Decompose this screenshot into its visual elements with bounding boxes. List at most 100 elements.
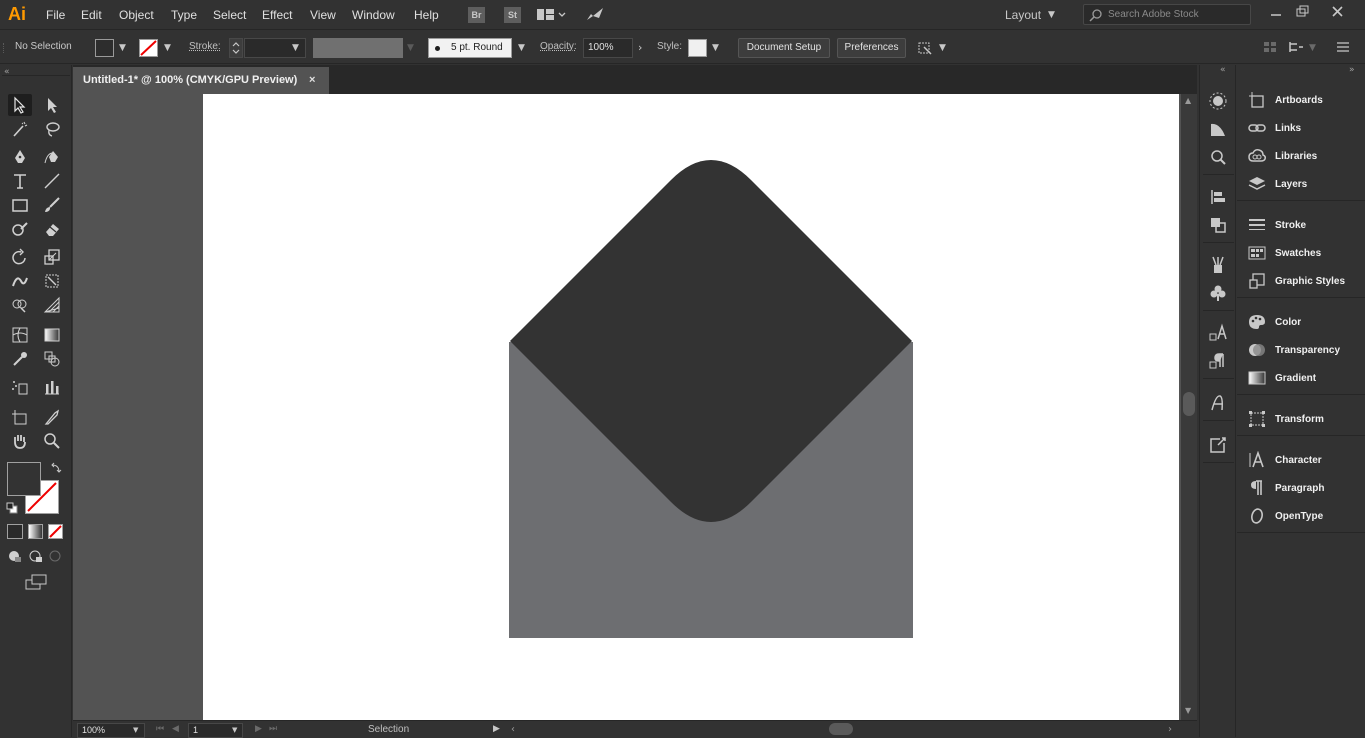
menu-help[interactable]: Help [414, 0, 439, 30]
grip-handle[interactable] [3, 43, 6, 53]
hand-tool[interactable] [8, 430, 32, 452]
stroke-weight-stepper[interactable] [229, 38, 243, 58]
align-selection-button[interactable] [916, 39, 934, 57]
panel-graphic-styles[interactable]: Graphic Styles [1237, 268, 1365, 294]
panel-paragraph[interactable]: Paragraph [1237, 475, 1365, 501]
artboard[interactable] [203, 94, 1179, 720]
transform-icon[interactable] [1288, 40, 1304, 54]
preferences-button[interactable]: Preferences [837, 38, 906, 58]
stroke-swatch[interactable] [139, 39, 158, 57]
chevron-down-icon[interactable]: ▼ [164, 43, 171, 53]
document-tab[interactable]: Untitled-1* @ 100% (CMYK/GPU Preview) × [73, 67, 329, 94]
blend-tool[interactable] [40, 348, 64, 370]
dock-image-trace[interactable] [1208, 147, 1228, 167]
stock-button[interactable]: St [504, 7, 521, 23]
envelope-artwork[interactable] [203, 94, 1179, 720]
dock-character-styles[interactable] [1208, 323, 1228, 343]
scale-tool[interactable] [40, 246, 64, 268]
menu-select[interactable]: Select [213, 0, 246, 30]
panel-opentype[interactable]: OpenType [1237, 503, 1365, 529]
chevron-down-icon[interactable]: ▼ [292, 43, 299, 53]
default-fill-stroke-button[interactable] [6, 502, 18, 514]
menu-object[interactable]: Object [119, 0, 154, 30]
dock-align[interactable] [1208, 187, 1228, 207]
chevron-down-icon[interactable]: ▼ [518, 43, 525, 53]
symbol-sprayer-tool[interactable] [8, 376, 32, 398]
perspective-grid-tool[interactable] [40, 294, 64, 316]
close-window-button[interactable] [1328, 2, 1348, 22]
lasso-tool[interactable] [40, 118, 64, 140]
menu-edit[interactable]: Edit [81, 0, 102, 30]
selection-tool[interactable] [8, 94, 32, 116]
panel-swatches[interactable]: Swatches [1237, 240, 1365, 266]
minimize-button[interactable] [1268, 6, 1284, 22]
opacity-field[interactable]: 100% [583, 38, 633, 58]
document-setup-button[interactable]: Document Setup [738, 38, 830, 58]
vertical-scrollbar[interactable]: ▲ ▼ [1181, 94, 1197, 720]
shape-builder-tool[interactable] [8, 294, 32, 316]
menu-window[interactable]: Window [352, 0, 395, 30]
shaper-tool[interactable] [8, 218, 32, 240]
chevron-down-icon[interactable]: ▼ [119, 43, 126, 53]
status-menu-icon[interactable]: ▶ [493, 724, 500, 734]
previous-artboard-icon[interactable]: ◀ [172, 724, 179, 734]
fill-swatch[interactable] [95, 39, 114, 57]
opacity-label[interactable]: Opacity: [540, 41, 577, 52]
swap-fill-stroke-button[interactable] [50, 462, 62, 474]
bridge-button[interactable]: Br [468, 7, 485, 23]
curvature-tool[interactable] [40, 146, 64, 168]
change-screen-mode-button[interactable] [24, 573, 48, 591]
panel-character[interactable]: Character [1237, 447, 1365, 473]
last-artboard-icon[interactable]: ⏭ [269, 724, 277, 734]
align-icon[interactable] [1263, 40, 1277, 54]
vertical-scroll-thumb[interactable] [1183, 392, 1195, 416]
panel-color[interactable]: Color [1237, 309, 1365, 335]
panel-gradient[interactable]: Gradient [1237, 365, 1365, 391]
gradient-mode-button[interactable] [28, 524, 43, 539]
paintbrush-tool[interactable] [40, 194, 64, 216]
magic-wand-tool[interactable] [8, 118, 32, 140]
panel-libraries[interactable]: Libraries [1237, 143, 1365, 169]
graphic-style-swatch[interactable] [688, 39, 707, 57]
menu-file[interactable]: File [46, 0, 65, 30]
draw-normal-button[interactable] [7, 549, 23, 563]
dock-glyphs[interactable] [1208, 393, 1228, 413]
variable-width-profile[interactable] [313, 38, 403, 58]
search-input[interactable]: Search Adobe Stock [1083, 4, 1251, 25]
dock-export[interactable] [1208, 435, 1228, 455]
next-artboard-icon[interactable]: ▶ [255, 724, 262, 734]
arrange-documents-button[interactable] [537, 8, 567, 22]
type-tool[interactable] [8, 170, 32, 192]
draw-behind-button[interactable] [28, 549, 44, 563]
brush-definition-field[interactable]: 5 pt. Round [428, 38, 512, 58]
slice-tool[interactable] [40, 406, 64, 428]
first-artboard-icon[interactable]: ⏮ [156, 724, 164, 734]
eyedropper-tool[interactable] [8, 348, 32, 370]
menu-type[interactable]: Type [171, 0, 197, 30]
dock-brushes[interactable] [1208, 255, 1228, 275]
collapse-panels-icon[interactable]: » [1349, 65, 1355, 75]
control-menu-button[interactable] [1336, 40, 1350, 54]
dock-appearance[interactable] [1208, 119, 1228, 139]
eraser-tool[interactable] [40, 218, 64, 240]
dock-color-guide[interactable] [1208, 91, 1228, 111]
chevron-down-icon[interactable]: ▼ [232, 726, 237, 734]
chevron-right-icon[interactable]: › [638, 41, 642, 54]
dock-paragraph-styles[interactable] [1208, 351, 1228, 371]
scroll-right-icon[interactable]: › [1168, 724, 1172, 735]
scroll-down-icon[interactable]: ▼ [1185, 706, 1191, 715]
menu-effect[interactable]: Effect [262, 0, 292, 30]
width-tool[interactable] [8, 270, 32, 292]
dock-symbols[interactable] [1208, 283, 1228, 303]
chevron-down-icon[interactable]: ▼ [133, 726, 138, 734]
mesh-tool[interactable] [8, 324, 32, 346]
dock-pathfinder[interactable] [1208, 215, 1228, 235]
pen-tool[interactable] [8, 146, 32, 168]
panel-artboards[interactable]: Artboards [1237, 87, 1365, 113]
direct-selection-tool[interactable] [40, 94, 64, 116]
panel-links[interactable]: Links [1237, 115, 1365, 141]
scroll-up-icon[interactable]: ▲ [1185, 96, 1191, 105]
chevron-down-icon[interactable]: ▼ [712, 43, 719, 53]
panel-stroke[interactable]: Stroke [1237, 212, 1365, 238]
free-transform-tool[interactable] [40, 270, 64, 292]
